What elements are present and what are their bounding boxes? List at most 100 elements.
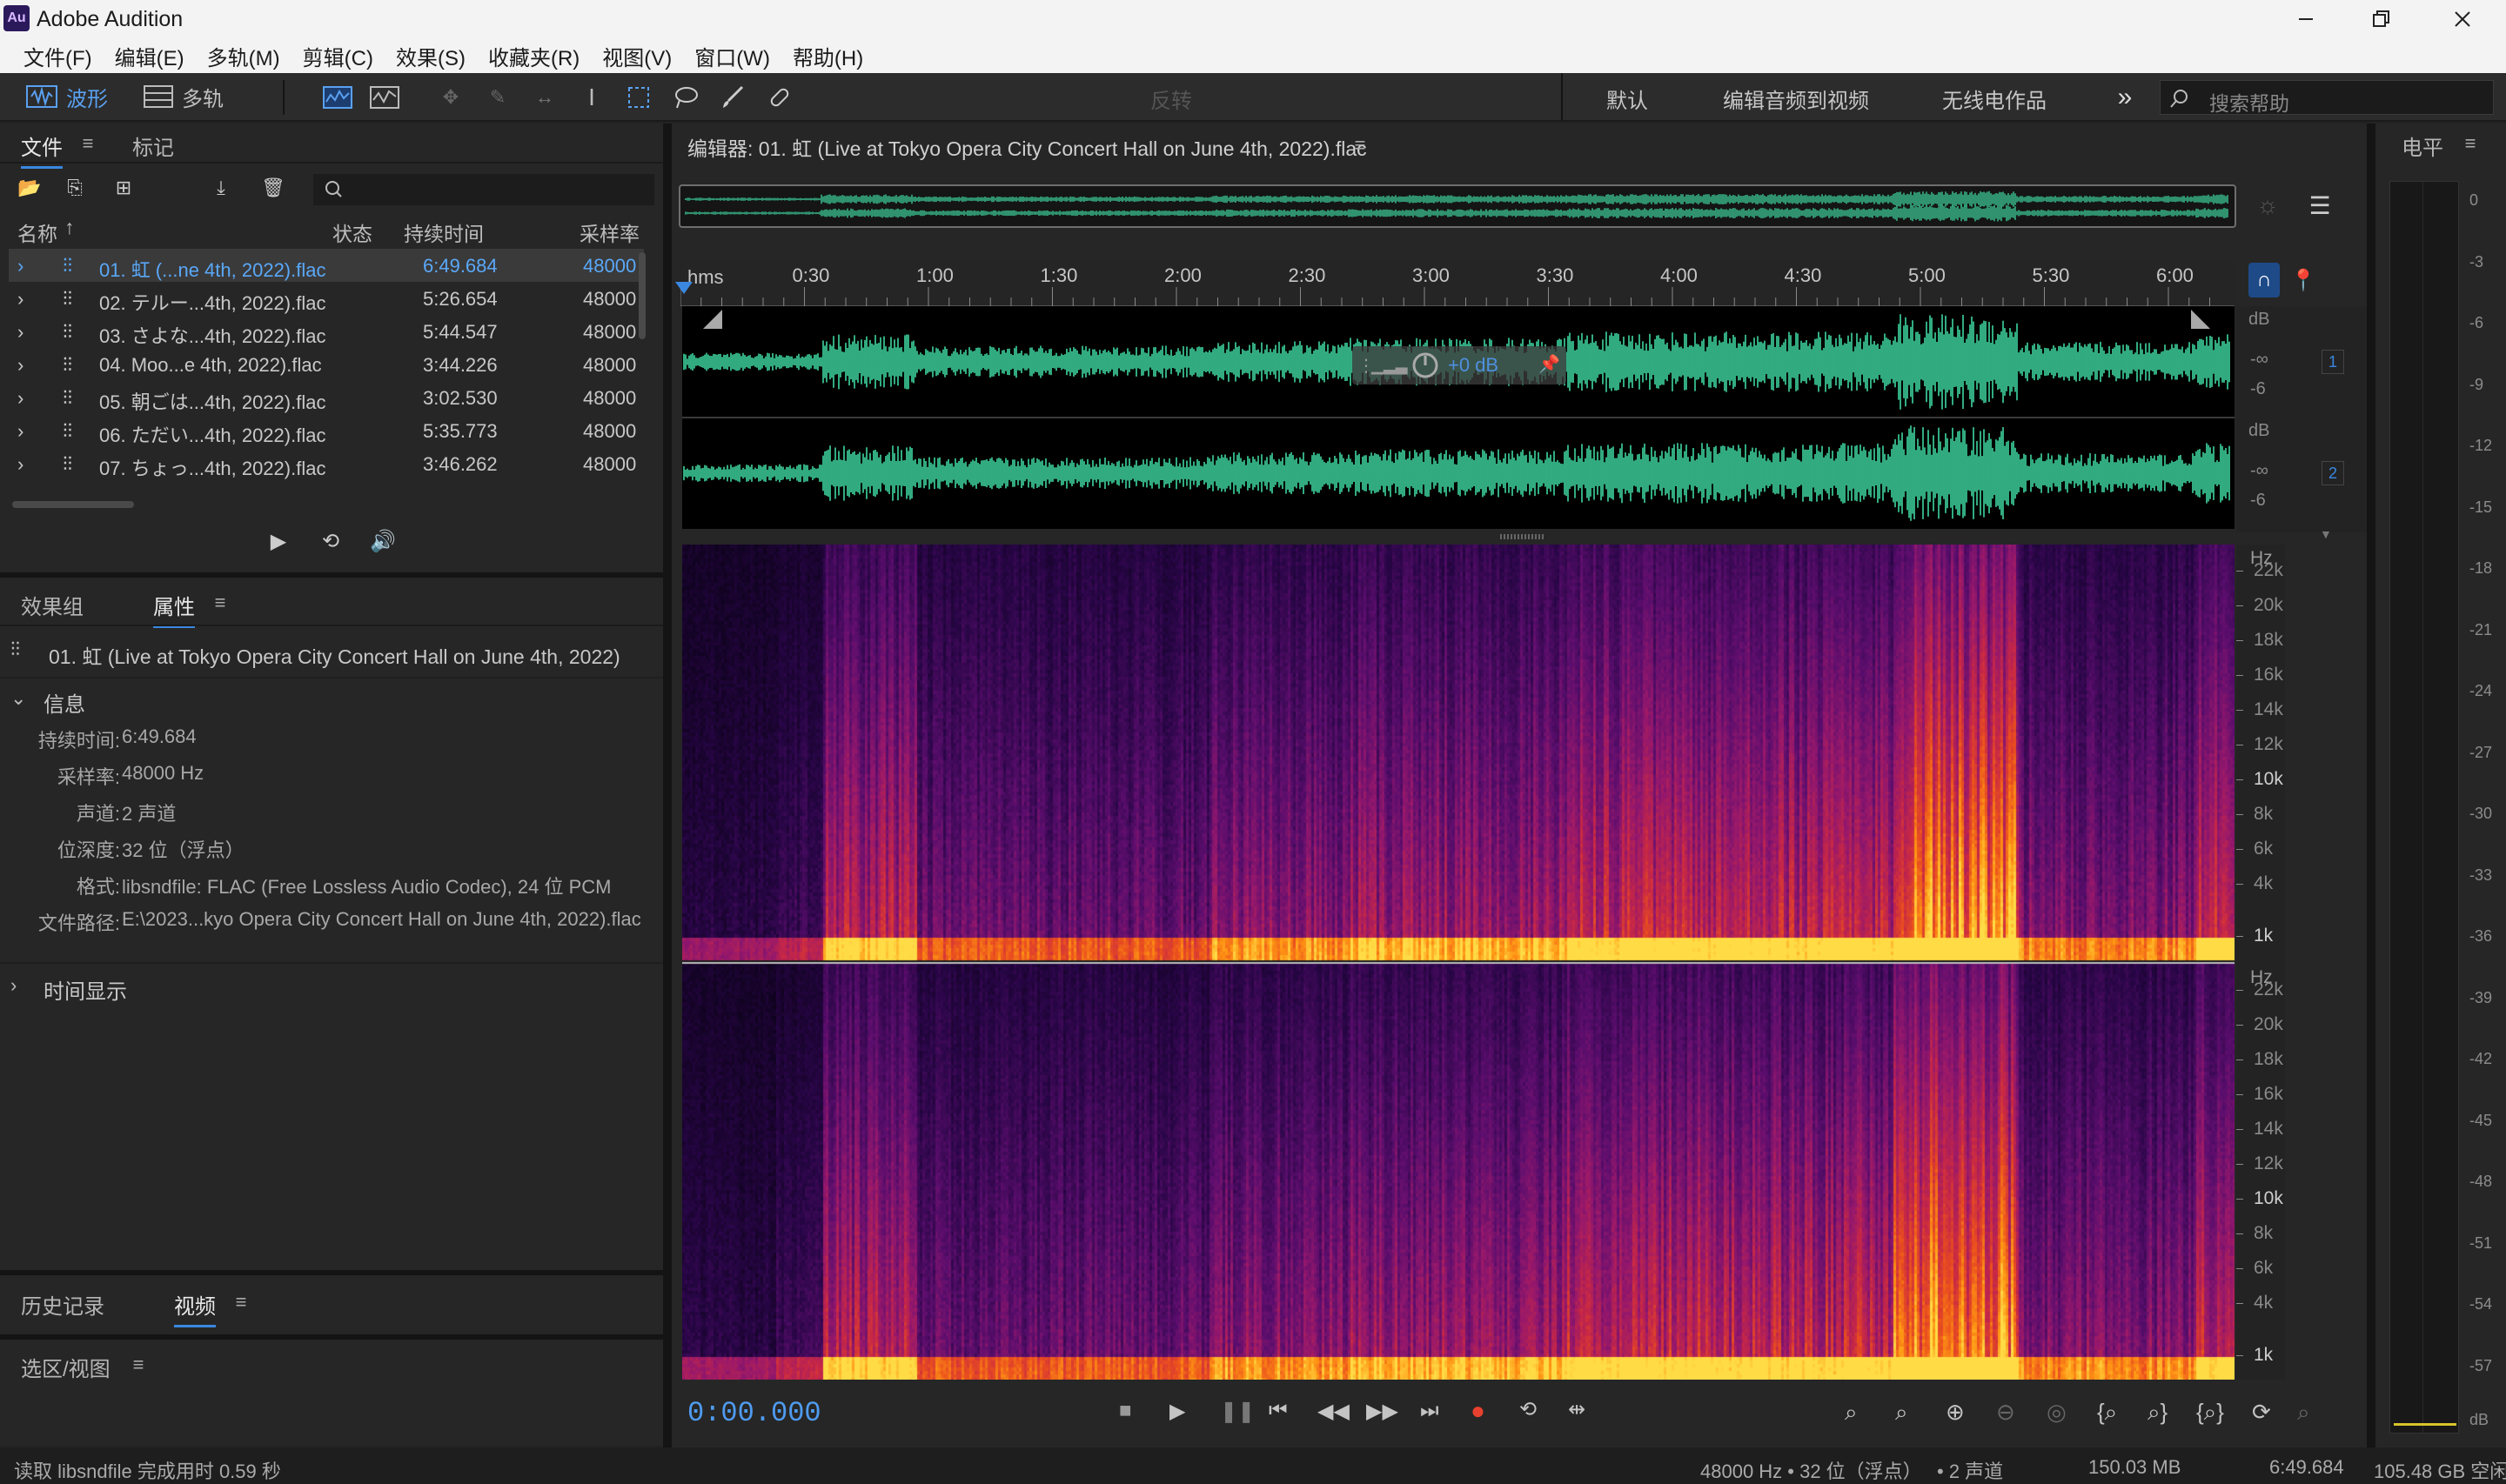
expand-chevron-icon[interactable]: › — [17, 255, 23, 277]
menu-multitrack[interactable]: 多轨(M) — [196, 41, 291, 71]
pitch-view-icon[interactable] — [367, 80, 402, 115]
selection-view-title[interactable]: 选区/视图 — [21, 1352, 111, 1382]
menu-favorites[interactable]: 收藏夹(R) — [477, 41, 591, 71]
minimize-button[interactable] — [2280, 0, 2332, 38]
tab-video[interactable]: 视频 — [174, 1289, 216, 1327]
channel-1-toggle[interactable]: 1 — [2322, 350, 2344, 374]
splitter-handle[interactable] — [1500, 534, 1544, 539]
panel-menu-icon[interactable]: ≡ — [129, 1354, 148, 1375]
table-row[interactable]: › ⫶⫶ 05. 朝ごは...4th, 2022).flac 3:02.530 … — [9, 381, 644, 414]
pin-hud-icon[interactable]: 📌 — [1538, 353, 1560, 375]
move-tool-icon[interactable]: ✥ — [433, 80, 468, 115]
layout-toggle-icon[interactable]: ☰ — [2304, 190, 2335, 221]
splitter-chevron-icon[interactable]: ▼ — [2320, 527, 2332, 541]
vertical-scrollbar[interactable] — [639, 252, 646, 339]
waveform-overview[interactable] — [679, 184, 2236, 228]
workspace-radio-production[interactable]: 无线电作品 — [1942, 84, 2047, 114]
zoom-level-icon[interactable]: ⌕ — [2297, 1399, 2310, 1427]
expand-chevron-icon[interactable]: › — [10, 974, 17, 997]
menu-help[interactable]: 帮助(H) — [781, 41, 874, 71]
rewind-icon[interactable]: ◀◀ — [1317, 1399, 1350, 1424]
zoom-out-full-icon[interactable]: ◎ — [2047, 1399, 2067, 1426]
insert-into-multitrack-icon[interactable]: ⤓ — [202, 172, 240, 204]
delete-icon[interactable]: 🗑 — [258, 172, 289, 204]
zoom-reset-icon[interactable]: ⟳ — [2252, 1399, 2271, 1426]
expand-chevron-icon[interactable]: › — [17, 288, 23, 311]
menu-view[interactable]: 视图(V) — [591, 41, 683, 71]
column-sample-rate[interactable]: 采样率 — [580, 217, 640, 247]
panel-menu-icon[interactable]: ≡ — [78, 132, 97, 154]
marquee-tool-icon[interactable] — [621, 80, 656, 115]
razor-tool-icon[interactable]: ✎ — [480, 80, 515, 115]
zoom-in-time-icon[interactable]: ⊕ — [1946, 1399, 1965, 1426]
zoom-selection-in-icon[interactable]: {⌕ — [2097, 1399, 2117, 1427]
zoom-out-time-icon[interactable]: ⊖ — [1996, 1399, 2015, 1426]
panel-menu-icon[interactable]: ≡ — [2461, 132, 2480, 154]
snap-magnet-icon[interactable]: ∩ — [2248, 263, 2280, 297]
table-row[interactable]: › ⫶⫶ 04. Moo...e 4th, 2022).flac 3:44.22… — [9, 348, 644, 381]
spectral-display[interactable] — [682, 545, 2235, 1380]
menu-effects[interactable]: 效果(S) — [385, 41, 477, 71]
time-selection-tool-icon[interactable]: I — [574, 80, 609, 115]
search-help-box[interactable]: 搜索帮助 — [2160, 80, 2494, 115]
invert-button[interactable]: 反转 — [1150, 84, 1192, 114]
gain-hud[interactable]: ⋮ ▁▂▃ +0 dB 📌 — [1352, 346, 1566, 384]
info-section-header[interactable]: 信息 — [44, 687, 85, 718]
expand-chevron-icon[interactable]: › — [17, 321, 23, 344]
workspace-default[interactable]: 默认 — [1606, 84, 1648, 114]
time-display-section[interactable]: 时间显示 — [44, 974, 127, 1005]
fast-forward-icon[interactable]: ▶▶ — [1366, 1399, 1398, 1424]
column-duration[interactable]: 持续时间 — [404, 217, 484, 247]
channel-2-toggle[interactable]: 2 — [2322, 461, 2344, 485]
new-file-icon[interactable]: ⊞ — [104, 172, 143, 204]
spectral-view-icon[interactable] — [320, 80, 355, 115]
lasso-tool-icon[interactable] — [668, 80, 703, 115]
zoom-to-fit-icon[interactable]: ☼ — [2252, 190, 2283, 221]
loop-preview-icon[interactable]: ⟲ — [315, 525, 346, 557]
panel-menu-icon[interactable]: ≡ — [1350, 134, 1370, 156]
tab-history[interactable]: 历史记录 — [21, 1289, 104, 1320]
restore-button[interactable] — [2355, 0, 2407, 38]
healing-tool-icon[interactable] — [762, 80, 797, 115]
pause-icon[interactable]: ❚❚ — [1220, 1399, 1255, 1424]
menu-clip[interactable]: 剪辑(C) — [291, 41, 385, 71]
files-search-input[interactable] — [313, 174, 654, 205]
table-row[interactable]: › ⫶⫶ 01. 虹 (...ne 4th, 2022).flac 6:49.6… — [9, 249, 644, 282]
expand-chevron-icon[interactable]: › — [17, 453, 23, 476]
current-time[interactable]: 0:00.000 — [687, 1397, 821, 1429]
panel-menu-icon[interactable]: ≡ — [211, 592, 230, 613]
table-row[interactable]: › ⫶⫶ 03. さよな...4th, 2022).flac 5:44.547 … — [9, 315, 644, 348]
tab-properties[interactable]: 属性 — [153, 590, 195, 628]
column-status[interactable]: 状态 — [332, 217, 372, 247]
brush-tool-icon[interactable] — [715, 80, 750, 115]
loop-icon[interactable]: ⟲ — [1519, 1397, 1537, 1422]
record-icon[interactable]: ● — [1471, 1397, 1485, 1425]
zoom-in-amplitude-icon[interactable]: ⌕ — [1845, 1399, 1858, 1427]
expand-chevron-icon[interactable]: › — [17, 420, 23, 443]
zoom-selection-out-icon[interactable]: ⌕} — [2148, 1399, 2168, 1427]
close-button[interactable] — [2436, 0, 2489, 38]
table-row[interactable]: › ⫶⫶ 06. ただい...4th, 2022).flac 5:35.773 … — [9, 414, 644, 447]
workspace-edit-audio-to-video[interactable]: 编辑音频到视频 — [1723, 84, 1869, 114]
more-workspaces-icon[interactable]: » — [2109, 82, 2141, 113]
expand-chevron-icon[interactable]: › — [17, 354, 23, 377]
table-row[interactable]: › ⫶⫶ 02. テルー...4th, 2022).flac 5:26.654 … — [9, 282, 644, 315]
play-preview-icon[interactable]: ▶ — [263, 525, 294, 557]
table-row[interactable]: › ⫶⫶ 07. ちょっ...4th, 2022).flac 3:46.262 … — [9, 447, 644, 480]
waveform-view-button[interactable]: 波形 — [26, 80, 108, 113]
time-ruler[interactable]: hms 0:30 1:00 1:30 2:00 2:30 3:00 3:30 4:00 4:30… — [680, 261, 2235, 306]
menu-window[interactable]: 窗口(W) — [683, 41, 781, 71]
gain-value[interactable]: +0 dB — [1448, 354, 1498, 377]
playhead-marker[interactable] — [675, 282, 693, 294]
multitrack-view-button[interactable]: 多轨 — [144, 80, 224, 113]
open-file-icon[interactable]: 📂 — [14, 172, 45, 204]
collapse-chevron-icon[interactable]: ⌄ — [10, 687, 26, 710]
slip-tool-icon[interactable]: ↔ — [527, 80, 562, 115]
column-name[interactable]: 名称 — [17, 217, 57, 247]
import-file-icon[interactable]: ⎘ — [59, 172, 90, 204]
play-icon[interactable]: ▶ — [1169, 1399, 1185, 1424]
expand-chevron-icon[interactable]: › — [17, 387, 23, 410]
waveform-display[interactable]: ⋮ ▁▂▃ +0 dB 📌 — [682, 306, 2235, 529]
next-icon[interactable]: ⏭ — [1420, 1399, 1439, 1423]
panel-menu-icon[interactable]: ≡ — [231, 1291, 251, 1313]
